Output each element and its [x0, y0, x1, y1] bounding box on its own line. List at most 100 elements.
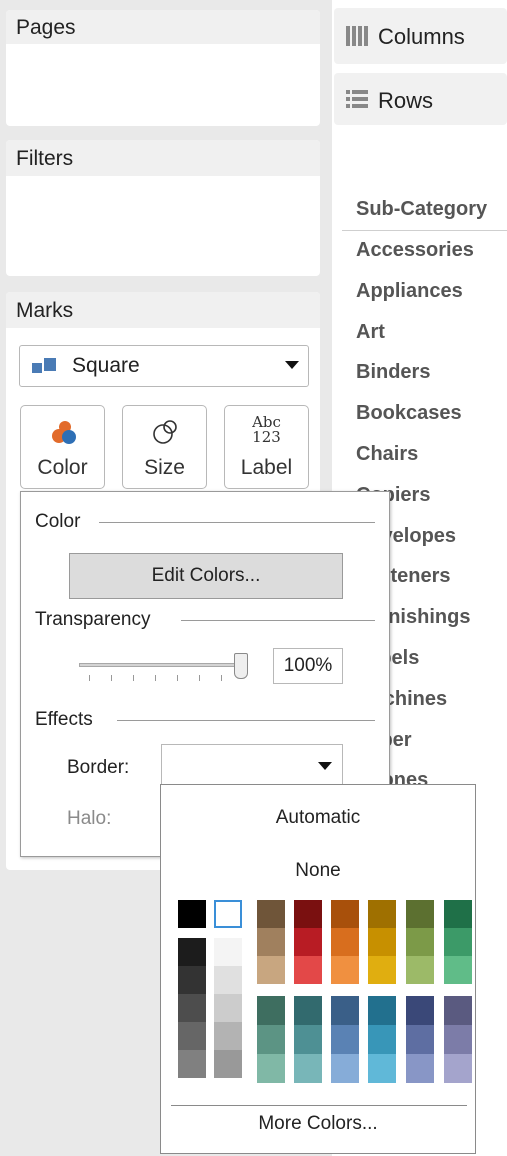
label-icon: Abc 123: [225, 415, 308, 445]
transparency-value-field[interactable]: 100%: [273, 648, 343, 684]
color-swatch[interactable]: [257, 1025, 285, 1054]
none-option[interactable]: None: [161, 860, 475, 882]
color-swatch[interactable]: [368, 1025, 396, 1054]
filters-title: Filters: [6, 140, 320, 176]
pages-title: Pages: [6, 10, 320, 44]
color-swatch[interactable]: [257, 928, 285, 956]
color-swatch[interactable]: [368, 900, 396, 928]
color-swatch[interactable]: [444, 900, 472, 928]
columns-icon: [346, 26, 368, 46]
color-swatch[interactable]: [406, 900, 434, 928]
rows-shelf[interactable]: Rows: [334, 73, 507, 125]
color-section-line: [99, 522, 375, 523]
label-icon-line2: 123: [252, 428, 281, 446]
subcategory-item[interactable]: Binders: [356, 361, 430, 384]
rows-label: Rows: [378, 88, 434, 113]
effects-section-line: [117, 720, 375, 721]
color-swatch[interactable]: [406, 996, 434, 1025]
color-swatch-gray[interactable]: [178, 1022, 206, 1050]
halo-label: Halo:: [67, 808, 112, 829]
subcategory-item[interactable]: Appliances: [356, 280, 463, 303]
color-swatch[interactable]: [257, 1054, 285, 1083]
color-swatch[interactable]: [294, 1025, 322, 1054]
color-swatch[interactable]: [406, 1054, 434, 1083]
color-swatch-black[interactable]: [178, 900, 206, 928]
color-swatch-white[interactable]: [214, 900, 242, 928]
transparency-slider-track[interactable]: [79, 663, 239, 667]
mark-type-dropdown[interactable]: Square: [19, 345, 309, 387]
slider-tick: [155, 675, 156, 681]
color-swatch[interactable]: [257, 996, 285, 1025]
pages-card: Pages: [6, 10, 320, 126]
color-swatch[interactable]: [368, 1054, 396, 1083]
square-mark-icon: [32, 358, 56, 373]
border-dropdown[interactable]: [161, 744, 343, 788]
border-color-menu: Automatic None More Colors...: [160, 784, 476, 1154]
more-colors-option[interactable]: More Colors...: [161, 1113, 475, 1135]
color-icon: [52, 421, 76, 444]
color-swatch[interactable]: [257, 900, 285, 928]
color-swatch[interactable]: [294, 900, 322, 928]
transparency-slider-thumb[interactable]: [234, 653, 248, 679]
subcategory-item[interactable]: Bookcases: [356, 402, 462, 425]
size-icon: [153, 420, 177, 444]
rows-icon: [346, 90, 368, 108]
color-swatch[interactable]: [294, 928, 322, 956]
slider-tick: [133, 675, 134, 681]
color-swatch[interactable]: [406, 928, 434, 956]
automatic-option[interactable]: Automatic: [161, 807, 475, 829]
color-swatch[interactable]: [444, 1054, 472, 1083]
label-button[interactable]: Abc 123 Label: [224, 405, 309, 489]
color-swatch[interactable]: [294, 956, 322, 984]
color-swatch[interactable]: [294, 996, 322, 1025]
label-button-label: Label: [240, 456, 293, 479]
subcategory-item[interactable]: Art: [356, 321, 385, 344]
color-swatch[interactable]: [368, 928, 396, 956]
color-swatch[interactable]: [406, 1025, 434, 1054]
color-swatch[interactable]: [331, 956, 359, 984]
transparency-section-title: Transparency: [35, 609, 161, 631]
color-swatch[interactable]: [444, 928, 472, 956]
color-swatch[interactable]: [331, 900, 359, 928]
color-button[interactable]: Color: [20, 405, 105, 489]
chevron-down-icon: [285, 361, 299, 369]
color-swatch-gray[interactable]: [178, 994, 206, 1022]
color-swatch[interactable]: [406, 956, 434, 984]
color-button-label: Color: [37, 456, 88, 479]
color-swatch[interactable]: [444, 996, 472, 1025]
slider-tick: [177, 675, 178, 681]
size-button[interactable]: Size: [122, 405, 207, 489]
color-section-title: Color: [35, 511, 91, 533]
color-swatch-gray[interactable]: [178, 966, 206, 994]
columns-shelf[interactable]: Columns: [334, 8, 507, 64]
color-swatch-gray[interactable]: [178, 1050, 206, 1078]
color-swatch[interactable]: [331, 928, 359, 956]
color-swatch-gray[interactable]: [214, 938, 242, 966]
subcategory-item[interactable]: Accessories: [356, 239, 474, 262]
color-swatch[interactable]: [368, 996, 396, 1025]
subcategory-header: Sub-Category: [356, 198, 488, 220]
color-swatch-gray[interactable]: [178, 938, 206, 966]
color-swatch-gray[interactable]: [214, 1022, 242, 1050]
mark-type-label: Square: [72, 354, 140, 377]
color-swatch[interactable]: [444, 1025, 472, 1054]
transparency-section-line: [181, 620, 375, 621]
slider-tick: [221, 675, 222, 681]
subcategory-item[interactable]: Chairs: [356, 443, 418, 466]
color-swatch-gray[interactable]: [214, 994, 242, 1022]
chevron-down-icon: [318, 762, 332, 770]
slider-tick: [111, 675, 112, 681]
size-button-label: Size: [144, 456, 185, 479]
slider-tick: [199, 675, 200, 681]
edit-colors-button[interactable]: Edit Colors...: [69, 553, 343, 599]
color-swatch-gray[interactable]: [214, 1050, 242, 1078]
effects-section-title: Effects: [35, 709, 103, 731]
color-swatch[interactable]: [257, 956, 285, 984]
color-swatch[interactable]: [331, 1025, 359, 1054]
color-swatch[interactable]: [331, 996, 359, 1025]
color-swatch[interactable]: [444, 956, 472, 984]
color-swatch-gray[interactable]: [214, 966, 242, 994]
color-swatch[interactable]: [331, 1054, 359, 1083]
color-swatch[interactable]: [294, 1054, 322, 1083]
color-swatch[interactable]: [368, 956, 396, 984]
